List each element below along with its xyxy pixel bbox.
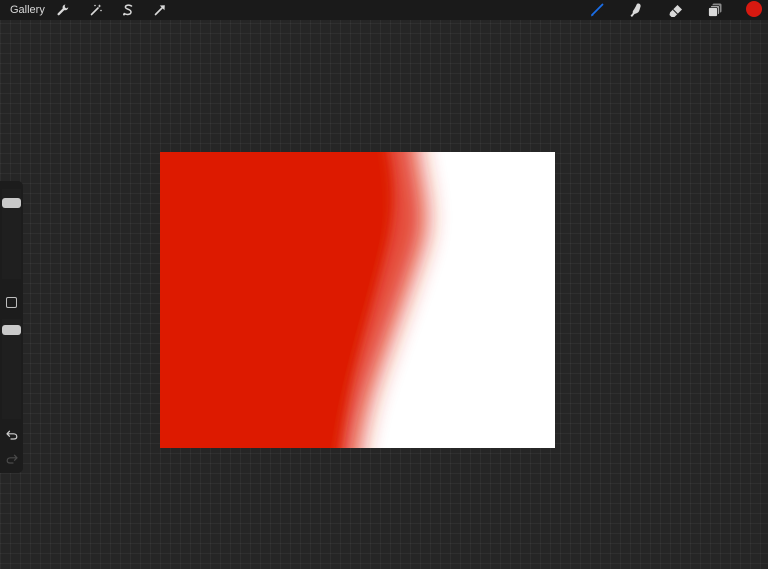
smudge-finger-icon: [630, 3, 641, 17]
drawing-canvas[interactable]: [160, 152, 555, 448]
wrench-icon: [57, 4, 69, 16]
redo-icon: [6, 454, 18, 464]
paint-stroke: [160, 152, 427, 448]
magic-wand-icon: [90, 4, 102, 16]
layers-button[interactable]: [706, 1, 724, 19]
brush-opacity-thumb[interactable]: [2, 325, 21, 335]
actions-button[interactable]: [54, 1, 72, 19]
brush-size-thumb[interactable]: [2, 198, 21, 208]
selection-button[interactable]: [119, 1, 137, 19]
smudge-tool-button[interactable]: [627, 1, 645, 19]
undo-icon: [5, 430, 17, 440]
selection-s-icon: [123, 4, 133, 16]
left-sidebar: [0, 181, 23, 473]
brush-tool-button[interactable]: [588, 1, 606, 19]
eraser-tool-button[interactable]: [667, 1, 685, 19]
top-toolbar: Gallery: [0, 0, 768, 20]
brush-icon: [591, 3, 604, 17]
adjustments-button[interactable]: [87, 1, 105, 19]
eraser-icon: [669, 5, 682, 17]
modify-button[interactable]: [6, 297, 17, 308]
gallery-button[interactable]: Gallery: [10, 2, 45, 18]
transform-button[interactable]: [151, 1, 169, 19]
redo-button[interactable]: [4, 452, 19, 466]
arrow-cursor-icon: [154, 5, 165, 16]
layers-icon: [708, 3, 722, 17]
color-picker-button[interactable]: [746, 1, 762, 17]
procreate-workspace: Gallery: [0, 0, 768, 569]
undo-button[interactable]: [4, 428, 19, 442]
